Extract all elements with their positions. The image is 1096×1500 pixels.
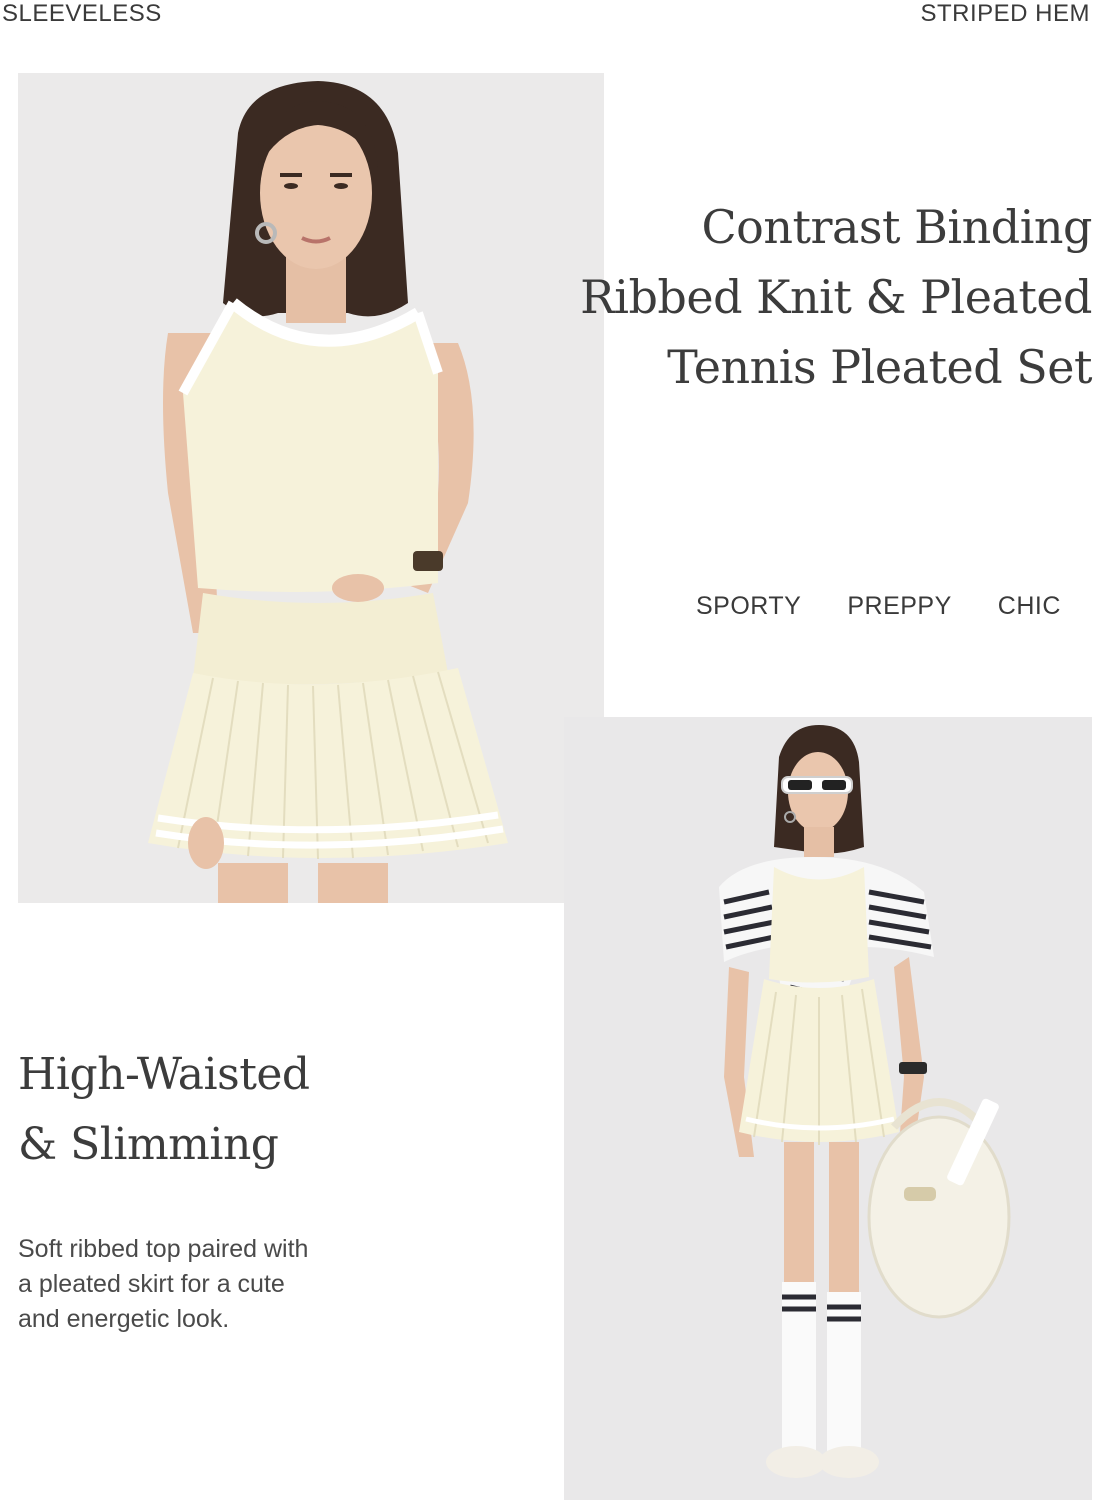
description: Soft ribbed top paired with a pleated sk… (18, 1232, 378, 1337)
subhead-line-1: High-Waisted (18, 1049, 310, 1100)
model-illustration-front (18, 73, 604, 903)
label-sleeveless: SLEEVELESS (2, 0, 162, 27)
product-photo-full-body (564, 717, 1092, 1500)
label-striped-hem: STRIPED HEM (920, 0, 1090, 27)
description-line-1: Soft ribbed top paired with (18, 1235, 309, 1263)
product-photo-front (18, 73, 604, 903)
description-line-3: and energetic look. (18, 1305, 230, 1333)
tag-chic: CHIC (997, 592, 1061, 620)
tag-sporty: SPORTY (696, 592, 802, 620)
headline-line-2: Ribbed Knit & Pleated (580, 270, 1092, 324)
subhead-line-2: & Slimming (18, 1119, 279, 1170)
subhead: High-Waisted & Slimming (18, 1040, 310, 1180)
style-tags: SPORTY PREPPY CHIC (696, 592, 1076, 626)
model-illustration-full (564, 717, 1092, 1500)
headline-line-1: Contrast Binding (701, 200, 1092, 254)
description-line-2: a pleated skirt for a cute (18, 1270, 285, 1298)
tag-preppy: PREPPY (847, 592, 952, 620)
headline: Contrast Binding Ribbed Knit & Pleated T… (580, 192, 1092, 402)
headline-line-3: Tennis Pleated Set (667, 340, 1092, 394)
